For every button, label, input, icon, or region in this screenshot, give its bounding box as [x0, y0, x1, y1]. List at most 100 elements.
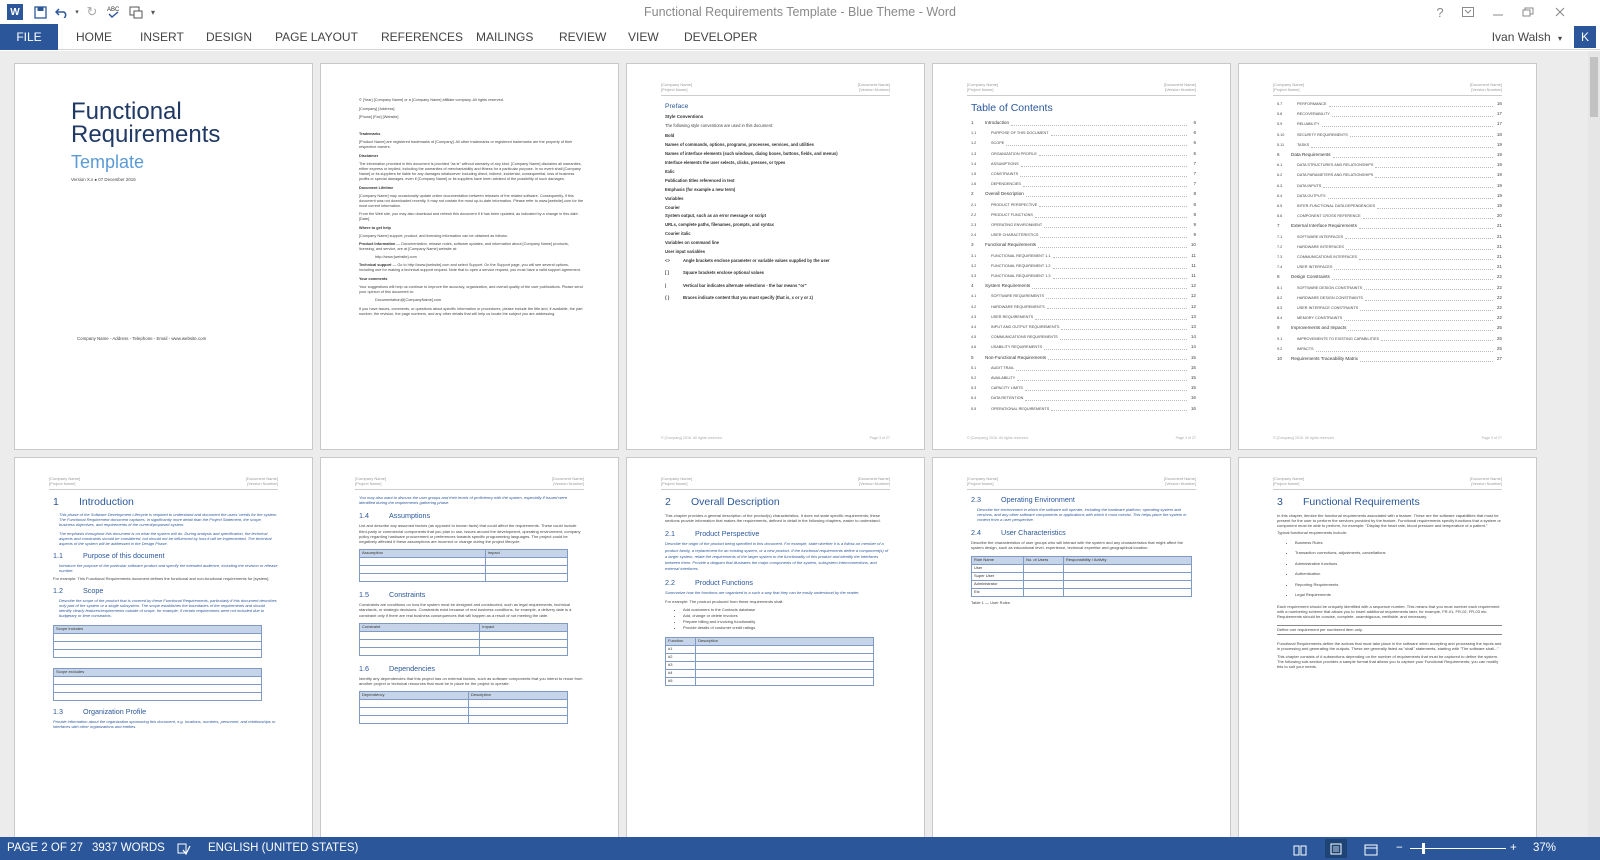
toc-entry[interactable]: 2.1 Product Perspective 8 — [971, 200, 1196, 210]
toc-entry[interactable]: 6.5 Inter-functional Data Dependencies 19 — [1277, 201, 1502, 211]
toc-entry[interactable]: 9.2 Impacts 25 — [1277, 344, 1502, 354]
toc-entry[interactable]: 1.4 Assumptions 7 — [971, 159, 1196, 169]
page-overall-description[interactable]: [Company Name] [Project Name] [Document N… — [626, 457, 925, 837]
page-assumptions[interactable]: [Company Name] [Project Name] [Document N… — [320, 457, 619, 837]
toc-entry[interactable]: 8.1 Software Design Constraints 22 — [1277, 283, 1502, 293]
zoom-slider-thumb[interactable] — [1422, 843, 1425, 854]
toc-entry[interactable]: 5.1 Audit Trail 15 — [971, 363, 1196, 373]
toc-entry[interactable]: 7.2 Hardware Interfaces 21 — [1277, 242, 1502, 252]
table-cell[interactable] — [694, 660, 875, 670]
undo-icon[interactable] — [51, 2, 73, 22]
table-cell[interactable] — [52, 640, 263, 650]
user-name-label[interactable]: Ivan Walsh — [1492, 30, 1551, 44]
table-cell[interactable]: User — [971, 564, 1024, 574]
toc-entry[interactable]: 3.2 Functional Requirement 1.2 11 — [971, 261, 1196, 271]
toc-entry[interactable]: 4.6 Usability Requirements 14 — [971, 342, 1196, 352]
toc-entry[interactable]: 3 Functional Requirements 10 — [971, 240, 1196, 250]
language-indicator[interactable]: ENGLISH (UNITED STATES) — [208, 837, 358, 860]
table-cell[interactable] — [52, 632, 263, 642]
zoom-out-button[interactable]: − — [1396, 837, 1403, 860]
table-cell[interactable] — [1023, 564, 1064, 574]
table-cell[interactable]: Super User — [971, 572, 1024, 582]
toc-entry[interactable]: 2 Overall Description 8 — [971, 189, 1196, 199]
toc-entry[interactable]: 5.7 Performance 16 — [1277, 99, 1502, 109]
minimize-icon[interactable] — [1484, 0, 1512, 24]
zoom-in-button[interactable]: + — [1510, 837, 1517, 860]
table-cell[interactable] — [52, 691, 263, 701]
word-logo-icon[interactable]: W — [7, 4, 23, 20]
toc-entry[interactable]: 1.3 Organization Profile 6 — [971, 149, 1196, 159]
toc-entry[interactable]: 6.4 Data Outputs 19 — [1277, 191, 1502, 201]
table-cell[interactable] — [479, 646, 569, 656]
tab-review[interactable]: REVIEW — [559, 24, 606, 50]
toc-entry[interactable]: 5 Non-Functional Requirements 15 — [971, 353, 1196, 363]
toc-entry[interactable]: 6.1 Data Structures and Relationships 19 — [1277, 160, 1502, 170]
toc-entry[interactable]: 5.4 Data Retention 16 — [971, 393, 1196, 403]
toc-entry[interactable]: 7.1 Software Interfaces 21 — [1277, 232, 1502, 242]
page-toc-continued[interactable]: [Company Name] [Project Name] [Document N… — [1238, 63, 1537, 450]
touch-mode-icon[interactable] — [125, 2, 147, 22]
toc-entry[interactable]: 4.5 Communications Requirements 14 — [971, 332, 1196, 342]
proofing-icon[interactable] — [177, 842, 191, 856]
toc-entry[interactable]: 1.5 Constraints 7 — [971, 169, 1196, 179]
table-cell[interactable] — [1063, 588, 1192, 598]
table-cell[interactable] — [358, 638, 481, 648]
word-count[interactable]: 3937 WORDS — [92, 837, 165, 860]
table-cell[interactable] — [359, 707, 469, 717]
toc-entry[interactable]: 4 System Requirements 12 — [971, 281, 1196, 291]
toc-entry[interactable]: 10 Requirements Traceability Matrix 27 — [1277, 354, 1502, 364]
table-cell[interactable] — [52, 648, 263, 658]
toc-entry[interactable]: 6.2 Data Parameters and Relationships 19 — [1277, 170, 1502, 180]
vertical-scrollbar[interactable] — [1588, 51, 1600, 837]
zoom-level[interactable]: 37% — [1533, 837, 1556, 860]
toc-entry[interactable]: 8.3 User Interface Constraints 22 — [1277, 303, 1502, 313]
web-layout-icon[interactable] — [1364, 842, 1378, 856]
page-introduction[interactable]: [Company Name] [Project Name] [Document N… — [14, 457, 313, 837]
table-cell[interactable] — [1023, 588, 1064, 598]
toc-entry[interactable]: 9.1 Improvements to Existing Capabilities… — [1277, 334, 1502, 344]
toc-entry[interactable]: 4.2 Hardware Requirements 12 — [971, 302, 1196, 312]
tab-home[interactable]: HOME — [76, 24, 112, 50]
restore-icon[interactable] — [1514, 0, 1542, 24]
table-cell[interactable] — [1023, 572, 1064, 582]
table-cell[interactable] — [358, 646, 481, 656]
toc-entry[interactable]: 7.3 Communications Interfaces 21 — [1277, 252, 1502, 262]
page-cover[interactable]: Functional Requirements Template Version… — [14, 63, 313, 450]
table-cell[interactable] — [52, 683, 263, 693]
toc-entry[interactable]: 3.3 Functional Requirement 1.3 11 — [971, 271, 1196, 281]
page-functional-requirements[interactable]: [Company Name] [Project Name] [Document N… — [1238, 457, 1537, 837]
toc-entry[interactable]: 6.3 Data Inputs 19 — [1277, 181, 1502, 191]
toc-entry[interactable]: 6.6 Component Cross Reference 20 — [1277, 211, 1502, 221]
table-cell[interactable] — [1063, 572, 1192, 582]
table-cell[interactable] — [359, 573, 486, 583]
table-cell[interactable] — [467, 699, 569, 709]
table-cell[interactable] — [1063, 580, 1192, 590]
tab-design[interactable]: DESIGN — [206, 24, 252, 50]
customize-toolbar-icon[interactable]: ▾ — [147, 2, 159, 22]
table-cell[interactable] — [467, 707, 569, 717]
user-name[interactable]: Ivan Walsh ▾ — [1492, 24, 1562, 50]
spelling-check-icon[interactable]: ABC — [103, 2, 125, 22]
table-cell[interactable]: #3 — [665, 660, 696, 670]
user-dropdown-icon[interactable]: ▾ — [1558, 34, 1562, 43]
toc-entry[interactable]: 4.3 User Requirements 13 — [971, 312, 1196, 322]
tab-file[interactable]: FILE — [0, 24, 58, 50]
save-icon[interactable] — [29, 2, 51, 22]
read-mode-icon[interactable] — [1293, 842, 1307, 856]
print-layout-icon[interactable] — [1325, 839, 1347, 858]
table-cell[interactable] — [52, 675, 263, 685]
toc-entry[interactable]: 2.3 Operating Environment 9 — [971, 220, 1196, 230]
toc-entry[interactable]: 1.1 Purpose of this document 6 — [971, 128, 1196, 138]
table-cell[interactable] — [1063, 564, 1192, 574]
table-cell[interactable] — [359, 557, 486, 567]
toc-entry[interactable]: 5.3 Capacity Limits 15 — [971, 383, 1196, 393]
table-cell[interactable] — [467, 715, 569, 725]
help-icon[interactable]: ? — [1426, 0, 1454, 24]
toc-entry[interactable]: 5.9 Reliability 17 — [1277, 119, 1502, 129]
undo-dropdown-icon[interactable]: ▾ — [73, 2, 81, 22]
toc-entry[interactable]: 5.11 Tasks 19 — [1277, 140, 1502, 150]
tab-references[interactable]: REFERENCES — [381, 24, 463, 50]
avatar[interactable]: K — [1574, 26, 1596, 48]
table-cell[interactable]: #5 — [665, 676, 696, 686]
tab-view[interactable]: VIEW — [628, 24, 659, 50]
